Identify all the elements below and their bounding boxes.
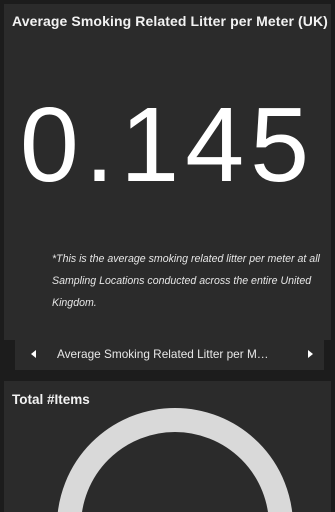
indicator-selector: Average Smoking Related Litter per M… — [15, 338, 324, 370]
next-arrow-icon[interactable] — [303, 347, 317, 361]
indicator-value: 0.145 — [19, 86, 316, 204]
indicator-title: Average Smoking Related Litter per Meter… — [12, 13, 328, 29]
indicator-footnote: *This is the average smoking related lit… — [52, 253, 320, 309]
selector-label[interactable]: Average Smoking Related Litter per M… — [57, 347, 285, 361]
dashboard-page: Average Smoking Related Litter per Meter… — [0, 0, 335, 512]
indicator-card: Average Smoking Related Litter per Meter… — [4, 4, 331, 340]
previous-arrow-icon[interactable] — [27, 347, 41, 361]
gauge-chart — [57, 408, 293, 512]
total-items-card: Total #Items — [4, 381, 331, 512]
gauge-track — [57, 408, 293, 512]
